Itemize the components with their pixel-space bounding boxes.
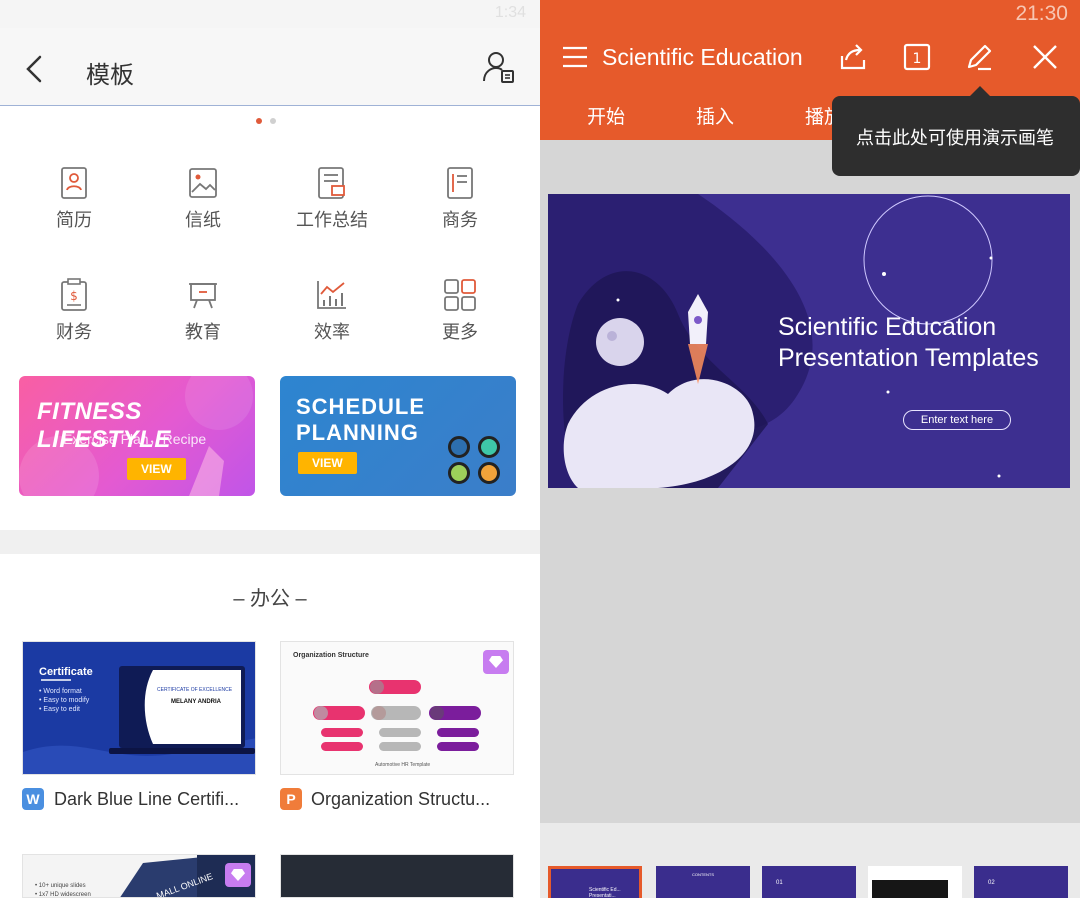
category-finance[interactable]: $ 财务 bbox=[19, 278, 129, 368]
letter-paper-icon bbox=[189, 168, 217, 198]
presentation-doc-icon: P bbox=[280, 788, 302, 810]
close-icon[interactable] bbox=[1030, 42, 1060, 72]
slide-title-line1: Scientific Education bbox=[778, 313, 997, 341]
category-more[interactable]: 更多 bbox=[405, 278, 515, 368]
pen-tooltip: 点击此处可使用演示画笔 bbox=[832, 86, 1080, 176]
category-label: 效率 bbox=[314, 322, 350, 342]
preview-footer: Automotive HR Template bbox=[375, 762, 431, 768]
banner-title-line2: PLANNING bbox=[296, 420, 419, 445]
category-label: 财务 bbox=[56, 322, 92, 342]
category-work-summary[interactable]: 工作总结 bbox=[277, 166, 387, 256]
section-divider bbox=[0, 530, 540, 554]
category-resume[interactable]: 简历 bbox=[19, 166, 129, 256]
premium-diamond-icon bbox=[483, 650, 509, 674]
template-card-organization[interactable]: Organization Structure Automotive HR Tem… bbox=[280, 641, 514, 775]
view-button[interactable]: VIEW bbox=[298, 452, 357, 474]
app-header: 模板 bbox=[0, 28, 540, 106]
template-name[interactable]: Dark Blue Line Certifi... bbox=[54, 789, 239, 810]
view-button[interactable]: VIEW bbox=[127, 458, 186, 480]
category-label: 更多 bbox=[442, 322, 478, 342]
clock-icon bbox=[478, 436, 500, 458]
efficiency-icon bbox=[317, 281, 346, 309]
document-title: Scientific Education bbox=[602, 44, 803, 70]
category-education[interactable]: 教育 bbox=[148, 278, 258, 368]
fitness-lifestyle-banner[interactable]: FITNESS LIFESTYLE Exercise Plan，Recipe V… bbox=[19, 376, 255, 496]
status-bar: 1:34 bbox=[0, 0, 540, 28]
pager-dot-active bbox=[256, 118, 262, 124]
preview-line: • Easy to edit bbox=[39, 706, 80, 713]
editor-toolbar: Scientific Education 1 bbox=[540, 28, 1080, 90]
slide-title-line2: Presentation Templates bbox=[778, 344, 1039, 372]
preview-cert-heading: CERTIFICATE OF EXCELLENCE bbox=[157, 687, 233, 693]
slide-thumbnail-2[interactable]: CONTENTS bbox=[656, 866, 750, 898]
thumbnail-label: 02 bbox=[988, 880, 995, 886]
preview-title: Organization Structure bbox=[293, 652, 369, 659]
slide-page-icon[interactable]: 1 bbox=[902, 42, 932, 72]
pen-icon[interactable] bbox=[964, 42, 994, 72]
user-profile-icon[interactable] bbox=[482, 50, 516, 84]
menu-icon[interactable] bbox=[562, 46, 588, 68]
template-gallery-screen: 1:34 模板 简历 信纸 工作总结 商务 $ 财务 教育 效率 更多 FITN… bbox=[0, 0, 540, 898]
pager-dot bbox=[270, 118, 276, 124]
clock-icon bbox=[448, 436, 470, 458]
template-preview-art bbox=[313, 680, 481, 751]
section-title-office: – 办公 – bbox=[233, 588, 307, 610]
slide-title[interactable]: Scientific Education Presentation Templa… bbox=[778, 312, 1039, 374]
banner-title: SCHEDULE PLANNING bbox=[296, 394, 425, 446]
category-letter-paper[interactable]: 信纸 bbox=[148, 166, 258, 256]
status-time: 1:34 bbox=[494, 4, 526, 21]
category-label: 商务 bbox=[442, 210, 478, 230]
share-icon[interactable] bbox=[838, 42, 868, 72]
status-time: 21:30 bbox=[1015, 2, 1068, 25]
preview-cert-name: MELANY ANDRIA bbox=[171, 699, 222, 705]
presentation-editor-screen: 21:30 Scientific Education 1 开始 插入 播放 Sc… bbox=[540, 0, 1080, 898]
slide-thumbnail-4[interactable] bbox=[868, 866, 962, 898]
premium-diamond-icon bbox=[225, 863, 251, 887]
business-icon bbox=[447, 167, 473, 199]
schedule-planning-banner[interactable]: SCHEDULE PLANNING VIEW bbox=[280, 376, 516, 496]
finance-icon: $ bbox=[61, 278, 87, 311]
svg-text:$: $ bbox=[70, 289, 78, 303]
slide-text-placeholder[interactable]: Enter text here bbox=[903, 410, 1011, 430]
status-bar: 21:30 bbox=[540, 0, 1080, 28]
preview-line: • Easy to modify bbox=[39, 697, 90, 704]
thumbnail-label: 01 bbox=[776, 880, 783, 886]
thumbnail-label: Scientific Ed... Presentati... bbox=[589, 887, 621, 898]
slide-thumbnails: Scientific Ed... Presentati... CONTENTS … bbox=[540, 823, 1080, 898]
slide-thumbnail-5[interactable]: 02 bbox=[974, 866, 1068, 898]
template-card-partial[interactable]: • 10+ unique slides • 1x7 HD widescreen … bbox=[22, 854, 256, 898]
svg-text:1: 1 bbox=[913, 51, 922, 67]
template-card-partial[interactable] bbox=[280, 854, 514, 898]
slide-thumbnail-3[interactable]: 01 bbox=[762, 866, 856, 898]
work-summary-icon bbox=[318, 167, 345, 199]
preview-line: • 10+ unique slides bbox=[35, 883, 86, 889]
template-name[interactable]: Organization Structu... bbox=[311, 789, 490, 810]
banner-subtitle: Exercise Plan，Recipe bbox=[63, 431, 207, 447]
preview-title: Certificate bbox=[39, 666, 93, 678]
category-label: 简历 bbox=[56, 210, 92, 230]
more-grid-icon bbox=[444, 279, 476, 311]
clock-icon bbox=[448, 462, 470, 484]
word-doc-icon: W bbox=[22, 788, 44, 810]
clock-icon bbox=[478, 462, 500, 484]
resume-icon bbox=[61, 167, 87, 199]
banner-title-line1: SCHEDULE bbox=[296, 394, 426, 419]
preview-line: • 1x7 HD widescreen bbox=[35, 892, 91, 898]
category-label: 信纸 bbox=[185, 210, 221, 230]
tab-insert[interactable]: 插入 bbox=[696, 102, 734, 129]
current-slide[interactable]: Scientific Education Presentation Templa… bbox=[548, 194, 1070, 488]
category-label: 教育 bbox=[185, 322, 221, 342]
category-label: 工作总结 bbox=[296, 210, 368, 230]
template-card-certificate[interactable]: Certificate • Word format • Easy to modi… bbox=[22, 641, 256, 775]
page-title: 模板 bbox=[86, 62, 134, 89]
category-efficiency[interactable]: 效率 bbox=[277, 278, 387, 368]
education-icon bbox=[189, 283, 217, 309]
slide-thumbnail-1[interactable]: Scientific Ed... Presentati... bbox=[548, 866, 642, 898]
preview-line: • Word format bbox=[39, 688, 82, 695]
back-arrow-icon[interactable] bbox=[22, 54, 48, 84]
thumbnail-art bbox=[872, 880, 948, 898]
category-business[interactable]: 商务 bbox=[405, 166, 515, 256]
thumbnail-label: CONTENTS bbox=[692, 872, 714, 877]
tab-start[interactable]: 开始 bbox=[587, 102, 625, 129]
